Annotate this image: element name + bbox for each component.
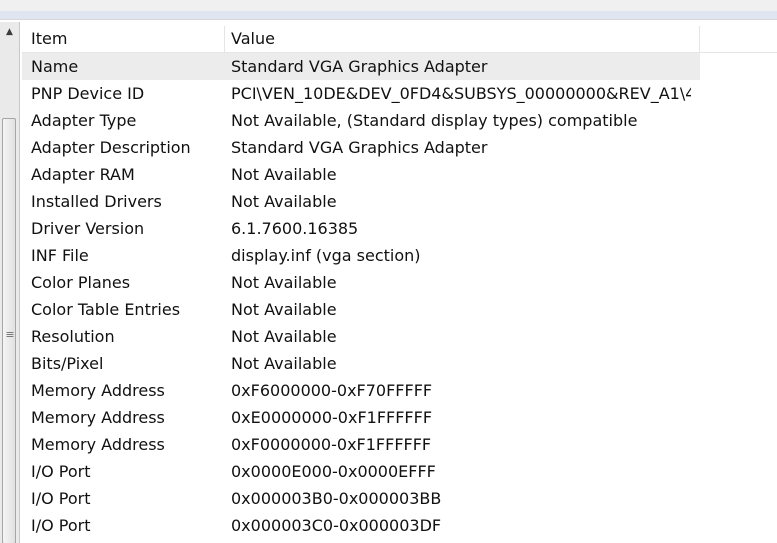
- row-value-cell: Standard VGA Graphics Adapter: [231, 138, 488, 157]
- column-header-filler: [700, 26, 777, 52]
- row-item-cell: Memory Address: [31, 435, 165, 454]
- table-row[interactable]: Memory Address 0xE0000000-0xF1FFFFFF: [22, 404, 700, 431]
- table-row[interactable]: I/O Port 0x000003C0-0x000003DF: [22, 512, 700, 539]
- row-item-cell: I/O Port: [31, 516, 91, 535]
- row-item-cell: Driver Version: [31, 219, 145, 238]
- row-item-cell: Resolution: [31, 327, 115, 346]
- row-item-cell: Memory Address: [31, 408, 165, 427]
- window-top-band: [0, 0, 777, 20]
- row-value-cell: 0x0000E000-0x0000EFFF: [231, 462, 436, 481]
- row-item-cell: Adapter RAM: [31, 165, 135, 184]
- table-row[interactable]: INF File display.inf (vga section): [22, 242, 700, 269]
- list-rows: Name Standard VGA Graphics Adapter PNP Dev…: [22, 53, 777, 539]
- row-value-cell: Not Available: [231, 273, 337, 292]
- row-item-cell: Adapter Type: [31, 111, 137, 130]
- table-row[interactable]: Memory Address 0xF6000000-0xF70FFFFF: [22, 377, 700, 404]
- row-item-cell: Name: [31, 57, 79, 76]
- table-row[interactable]: Color Table Entries Not Available: [22, 296, 700, 323]
- table-row[interactable]: Memory Address 0xF0000000-0xF1FFFFFF: [22, 431, 700, 458]
- table-row[interactable]: Installed Drivers Not Available: [22, 188, 700, 215]
- system-information-window: ▲ ≡ Item Value Name Standard VGA Graphics…: [0, 0, 777, 543]
- scrollbar-thumb[interactable]: ≡: [2, 118, 16, 543]
- row-value-cell: Not Available: [231, 192, 337, 211]
- row-value-cell: Not Available: [231, 327, 337, 346]
- column-header-value[interactable]: Value: [225, 26, 700, 52]
- table-row[interactable]: Adapter Description Standard VGA Graphics…: [22, 134, 700, 161]
- details-list-view: Item Value Name Standard VGA Graphics Ada…: [22, 26, 777, 543]
- table-row[interactable]: Name Standard VGA Graphics Adapter: [22, 53, 700, 80]
- row-value-cell: 0xF0000000-0xF1FFFFFF: [231, 435, 432, 454]
- table-row[interactable]: Driver Version 6.1.7600.16385: [22, 215, 700, 242]
- row-item-cell: PNP Device ID: [31, 84, 145, 103]
- row-value-cell: Not Available: [231, 300, 337, 319]
- row-item-cell: Memory Address: [31, 381, 165, 400]
- table-row[interactable]: Color Planes Not Available: [22, 269, 700, 296]
- row-value-cell: 0xE0000000-0xF1FFFFFF: [231, 408, 433, 427]
- row-item-cell: Color Table Entries: [31, 300, 181, 319]
- table-row[interactable]: PNP Device ID PCI\VEN_10DE&DEV_0FD4&SUBSY…: [22, 80, 700, 107]
- table-row[interactable]: Resolution Not Available: [22, 323, 700, 350]
- table-row[interactable]: Bits/Pixel Not Available: [22, 350, 700, 377]
- row-value-cell: Not Available: [231, 165, 337, 184]
- pane-top-edge: [0, 11, 777, 19]
- row-item-cell: I/O Port: [31, 462, 91, 481]
- chevron-up-icon: ▲: [6, 26, 13, 37]
- vertical-scrollbar[interactable]: ▲ ≡: [0, 22, 20, 543]
- grip-lines-icon: ≡: [5, 328, 15, 341]
- list-header: Item Value: [22, 26, 777, 53]
- row-item-cell: INF File: [31, 246, 89, 265]
- row-value-cell: 0xF6000000-0xF70FFFFF: [231, 381, 433, 400]
- row-item-cell: Color Planes: [31, 273, 131, 292]
- row-item-cell: Adapter Description: [31, 138, 191, 157]
- scroll-up-button[interactable]: ▲: [0, 22, 19, 41]
- row-item-cell: Bits/Pixel: [31, 354, 104, 373]
- row-value-cell: Standard VGA Graphics Adapter: [231, 57, 488, 76]
- row-value-cell: 0x000003B0-0x000003BB: [231, 489, 442, 508]
- row-value-cell: Not Available, (Standard display types) …: [231, 111, 638, 130]
- row-value-cell: 0x000003C0-0x000003DF: [231, 516, 442, 535]
- table-row[interactable]: Adapter Type Not Available, (Standard dis…: [22, 107, 700, 134]
- table-row[interactable]: I/O Port 0x000003B0-0x000003BB: [22, 485, 700, 512]
- row-value-cell: 6.1.7600.16385: [231, 219, 359, 238]
- row-value-cell: Not Available: [231, 354, 337, 373]
- row-value-cell: PCI\VEN_10DE&DEV_0FD4&SUBSYS_00000000&RE…: [231, 84, 691, 103]
- column-header-item[interactable]: Item: [22, 26, 225, 52]
- table-row[interactable]: Adapter RAM Not Available: [22, 161, 700, 188]
- table-row[interactable]: I/O Port 0x0000E000-0x0000EFFF: [22, 458, 700, 485]
- row-item-cell: I/O Port: [31, 489, 91, 508]
- row-item-cell: Installed Drivers: [31, 192, 162, 211]
- row-value-cell: display.inf (vga section): [231, 246, 421, 265]
